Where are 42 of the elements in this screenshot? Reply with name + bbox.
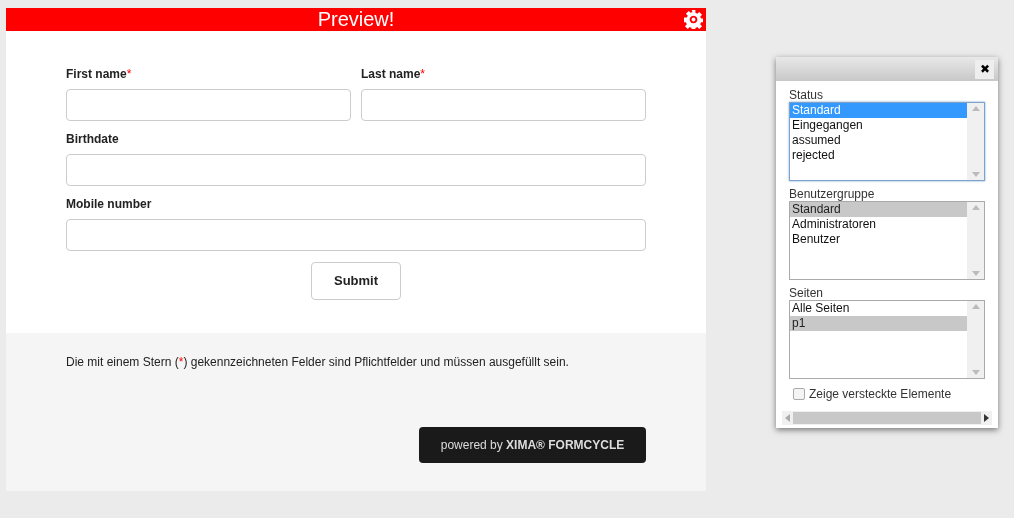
input-field[interactable] <box>361 89 646 121</box>
field-label: First name* <box>66 67 133 82</box>
vertical-scrollbar[interactable] <box>967 202 984 279</box>
list-option[interactable]: p1 <box>790 316 967 331</box>
list-option[interactable]: Benutzer <box>790 232 967 247</box>
scroll-left-icon[interactable] <box>785 414 790 422</box>
submit-button[interactable]: Submit <box>311 262 401 300</box>
scroll-up-icon[interactable] <box>971 304 980 309</box>
list-label: Seiten <box>789 286 825 300</box>
powered-by-badge[interactable]: powered by XIMA® FORMCYCLE <box>419 427 646 463</box>
scroll-up-icon[interactable] <box>971 106 980 111</box>
list-option[interactable]: Administratoren <box>790 217 967 232</box>
list-option[interactable]: Eingegangen <box>790 118 967 133</box>
vertical-scrollbar[interactable] <box>967 301 984 378</box>
scroll-down-icon[interactable] <box>971 271 980 276</box>
scroll-down-icon[interactable] <box>971 370 980 375</box>
list-option[interactable]: rejected <box>790 148 967 163</box>
list-option[interactable]: Alle Seiten <box>790 301 967 316</box>
scroll-right-icon[interactable] <box>984 414 989 422</box>
scroll-down-icon[interactable] <box>971 172 980 177</box>
horizontal-scrollbar[interactable] <box>782 411 992 425</box>
list-box[interactable]: Alle Seiten p1 <box>789 300 985 379</box>
list-box[interactable]: Standard Eingegangen assumed rejected <box>789 102 985 181</box>
list-label: Status <box>789 88 825 102</box>
preview-title: Preview! <box>317 8 395 31</box>
scroll-up-icon[interactable] <box>971 205 980 210</box>
checkbox-label: Zeige versteckte Elemente <box>809 386 952 403</box>
field-label: Birthdate <box>66 132 120 147</box>
input-field[interactable] <box>66 219 646 251</box>
field-label: Mobile number <box>66 197 153 212</box>
list-label: Benutzergruppe <box>789 187 876 201</box>
list-option[interactable]: assumed <box>790 133 967 148</box>
list-box[interactable]: Standard Administratoren Benutzer <box>789 201 985 280</box>
close-button[interactable]: ✖ <box>975 60 994 79</box>
list-option[interactable]: Standard <box>790 202 967 217</box>
vertical-scrollbar[interactable] <box>967 103 984 180</box>
checkbox[interactable] <box>793 388 805 400</box>
field-label: Last name* <box>361 67 427 82</box>
input-field[interactable] <box>66 154 646 186</box>
input-field[interactable] <box>66 89 351 121</box>
settings-icon[interactable] <box>684 10 703 29</box>
required-note: Die mit einem Stern (*) gekennzeichneten Felder sind Pflichtfelder und müssen ausgefüllt sein. <box>66 354 570 371</box>
